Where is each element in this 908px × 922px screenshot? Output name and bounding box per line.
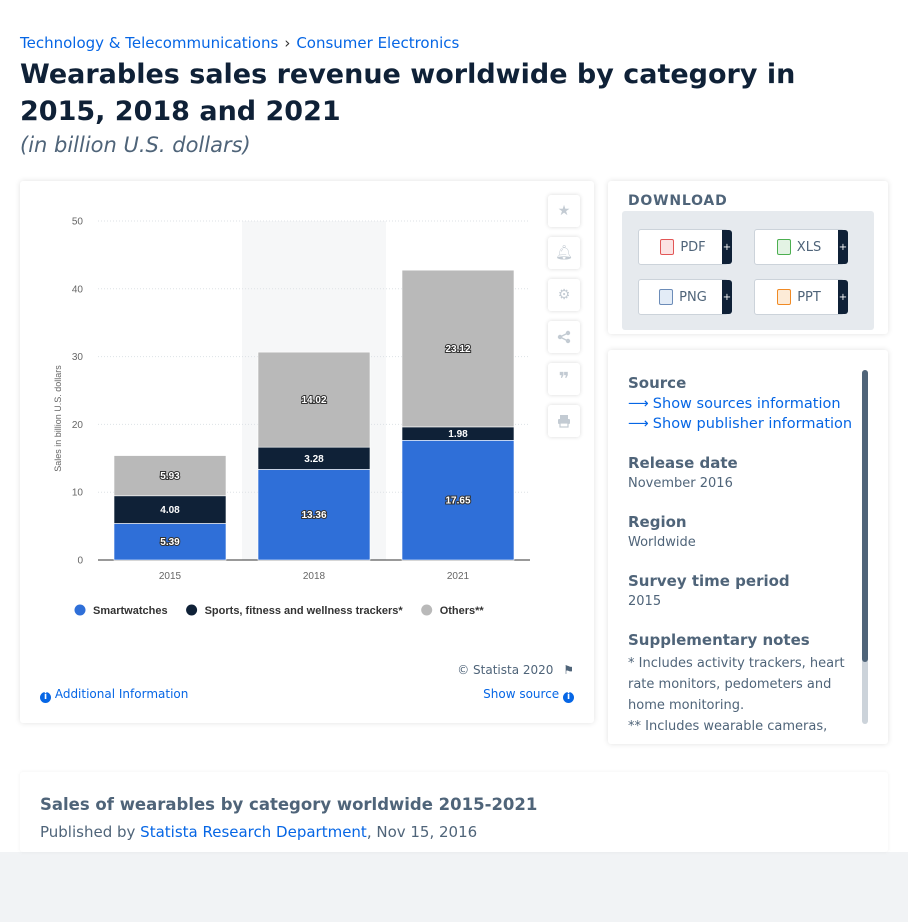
y-tick-label: 40 bbox=[72, 284, 84, 295]
data-label: 1.98 bbox=[448, 429, 468, 440]
publication-title: Sales of wearables by category worldwide… bbox=[40, 795, 538, 814]
download-ppt-label: PPT bbox=[797, 289, 821, 305]
show-source-link[interactable]: Show source i bbox=[483, 687, 574, 703]
data-label: 3.28 bbox=[304, 454, 324, 465]
page-content: Technology & Telecommunications › Consumer… bbox=[0, 0, 908, 852]
stacked-bar-chart: 0 10 20 30 40 50 Sales in billion U.S. dollars… bbox=[53, 217, 530, 617]
arrow-right-icon: ⟶ bbox=[628, 396, 649, 412]
y-tick-label: 0 bbox=[77, 556, 83, 567]
share-icon[interactable] bbox=[548, 321, 580, 353]
show-source-label: Show source bbox=[483, 687, 560, 701]
download-png-label: PNG bbox=[679, 289, 707, 305]
region-heading: Region bbox=[628, 513, 687, 531]
y-tick-label: 20 bbox=[72, 420, 84, 431]
supplementary-note-1: * Includes activity trackers, heart rate… bbox=[628, 656, 845, 713]
gear-icon[interactable]: ⚙ bbox=[548, 279, 580, 311]
download-title: DOWNLOAD bbox=[628, 193, 728, 209]
flag-icon[interactable]: ⚑ bbox=[563, 663, 574, 677]
data-label: 14.02 bbox=[301, 395, 326, 406]
survey-period-heading: Survey time period bbox=[628, 572, 790, 590]
data-label: 13.36 bbox=[301, 510, 326, 521]
data-label: 5.39 bbox=[160, 537, 180, 548]
xls-file-icon bbox=[776, 239, 791, 255]
x-tick-label: 2015 bbox=[159, 571, 182, 582]
legend-marker bbox=[421, 604, 433, 616]
y-tick-label: 30 bbox=[72, 352, 84, 363]
publication-byline: Published by Statista Research Departmen… bbox=[40, 823, 477, 841]
page-subtitle: (in billion U.S. dollars) bbox=[20, 133, 251, 157]
data-label: 5.93 bbox=[160, 471, 180, 482]
x-tick-label: 2021 bbox=[447, 571, 470, 582]
region-value: Worldwide bbox=[628, 535, 696, 550]
info-icon: i bbox=[563, 692, 574, 703]
info-icon: i bbox=[40, 692, 51, 703]
legend-label: Others** bbox=[440, 605, 485, 617]
chart-card: 0 10 20 30 40 50 Sales in billion U.S. dollars… bbox=[20, 181, 594, 723]
plus-icon: + bbox=[722, 280, 732, 314]
statistic-info: Source ⟶ Show sources information ⟶ Show p… bbox=[628, 374, 852, 737]
release-date-value: November 2016 bbox=[628, 476, 733, 491]
survey-period-value: 2015 bbox=[628, 594, 662, 609]
legend-marker bbox=[186, 604, 198, 616]
show-publisher-link[interactable]: ⟶ Show publisher information bbox=[628, 416, 852, 432]
ppt-file-icon bbox=[777, 289, 792, 305]
plus-icon: + bbox=[722, 230, 732, 264]
plus-icon: + bbox=[838, 280, 848, 314]
page-title: Wearables sales revenue worldwide by cat… bbox=[20, 59, 796, 127]
quote-icon[interactable]: ❞ bbox=[548, 363, 580, 395]
y-axis-label: Sales in billion U.S. dollars bbox=[53, 365, 63, 472]
legend-label: Sports, fitness and wellness trackers* bbox=[205, 605, 404, 617]
download-png-button[interactable]: PNG + bbox=[638, 279, 732, 315]
release-date-heading: Release date bbox=[628, 454, 738, 472]
png-file-icon bbox=[659, 289, 674, 305]
legend-label: Smartwatches bbox=[93, 605, 168, 617]
statistic-info-card[interactable]: Source ⟶ Show sources information ⟶ Show p… bbox=[608, 350, 888, 744]
arrow-right-icon: ⟶ bbox=[628, 416, 649, 432]
breadcrumb-item-consumer-electronics[interactable]: Consumer Electronics bbox=[296, 34, 459, 52]
breadcrumb-separator: › bbox=[284, 34, 291, 52]
pdf-file-icon bbox=[660, 239, 675, 255]
y-tick-label: 50 bbox=[72, 217, 84, 228]
y-tick-label: 10 bbox=[72, 488, 84, 499]
bell-icon[interactable]: 🔔︎ bbox=[548, 237, 580, 269]
data-label: 23.12 bbox=[445, 344, 470, 355]
additional-information-label: Additional Information bbox=[54, 687, 189, 701]
data-label: 4.08 bbox=[160, 505, 180, 516]
plus-icon: + bbox=[838, 230, 848, 264]
show-sources-label: Show sources information bbox=[652, 396, 841, 412]
chart-toolbar: ★ 🔔︎ ⚙ ❞ bbox=[548, 195, 580, 447]
breadcrumb-item-technology[interactable]: Technology & Telecommunications bbox=[20, 34, 278, 52]
publication-card: Sales of wearables by category worldwide… bbox=[20, 772, 888, 852]
show-sources-link[interactable]: ⟶ Show sources information bbox=[628, 396, 848, 412]
download-xls-button[interactable]: XLS + bbox=[754, 229, 848, 265]
copyright: © Statista 2020 ⚑ bbox=[457, 663, 574, 677]
publication-date: , Nov 15, 2016 bbox=[366, 823, 478, 841]
copyright-text: © Statista 2020 bbox=[457, 663, 554, 677]
breadcrumb: Technology & Telecommunications › Consumer… bbox=[20, 34, 459, 52]
source-heading: Source bbox=[628, 374, 687, 392]
download-pdf-label: PDF bbox=[680, 239, 706, 255]
info-scrollbar-thumb[interactable] bbox=[862, 370, 868, 662]
supplementary-note-2: ** Includes wearable cameras, bbox=[628, 719, 828, 734]
download-ppt-button[interactable]: PPT + bbox=[754, 279, 848, 315]
download-card: DOWNLOAD PDF + XLS + PNG + PPT + bbox=[608, 181, 888, 334]
publisher-link[interactable]: Statista Research Department bbox=[140, 823, 367, 841]
download-options: PDF + XLS + PNG + PPT + bbox=[622, 211, 874, 330]
download-pdf-button[interactable]: PDF + bbox=[638, 229, 732, 265]
show-publisher-label: Show publisher information bbox=[652, 416, 853, 432]
data-label: 17.65 bbox=[445, 496, 470, 507]
supplementary-notes-heading: Supplementary notes bbox=[628, 631, 810, 649]
star-icon[interactable]: ★ bbox=[548, 195, 580, 227]
additional-information-link[interactable]: i Additional Information bbox=[40, 687, 188, 703]
download-xls-label: XLS bbox=[796, 239, 822, 255]
x-tick-label: 2018 bbox=[303, 571, 326, 582]
print-icon[interactable] bbox=[548, 405, 580, 437]
published-by-label: Published by bbox=[40, 823, 136, 841]
legend-marker bbox=[74, 604, 86, 616]
